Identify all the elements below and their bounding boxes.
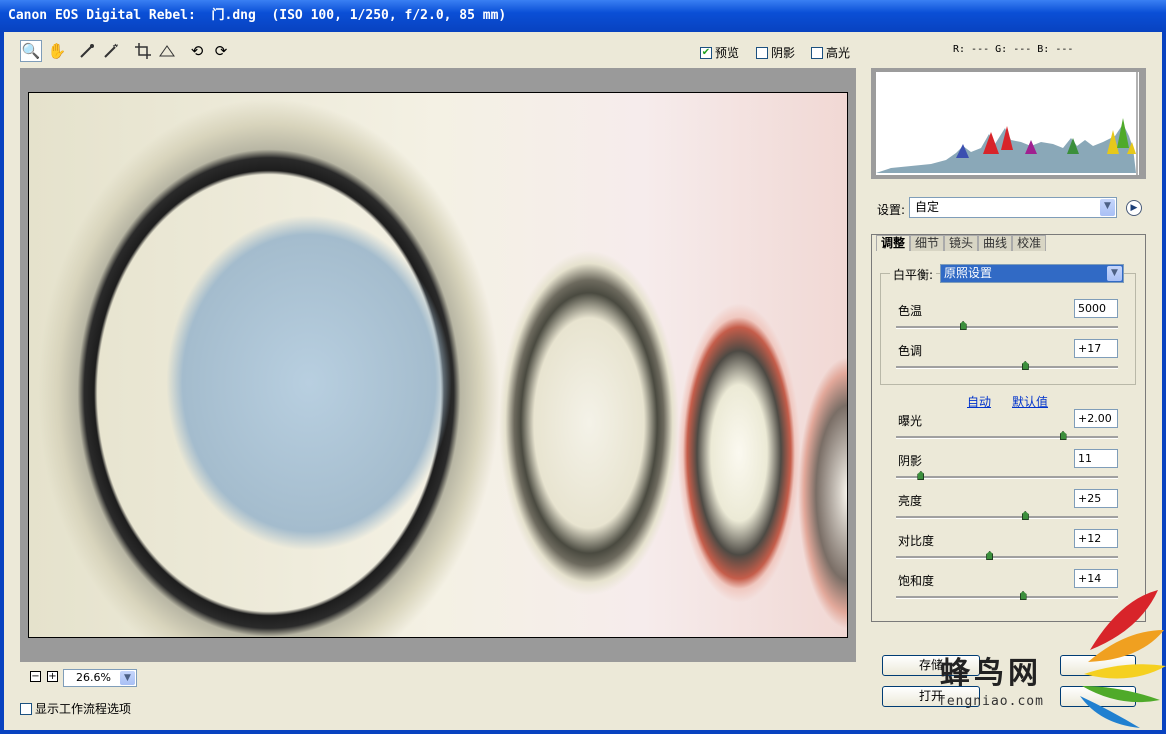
saturation-field[interactable]: +14 (1074, 569, 1118, 588)
preview-checkbox[interactable]: ✔ 预览 (700, 44, 739, 61)
histogram (871, 68, 1146, 179)
temperature-slider[interactable] (896, 326, 1118, 329)
exposure-field[interactable]: +2.00 (1074, 409, 1118, 428)
zoom-icon[interactable]: 🔍 (20, 40, 42, 62)
contrast-label: 对比度 (898, 534, 935, 548)
shadows-field[interactable]: 11 (1074, 449, 1118, 468)
brightness-slider[interactable] (896, 516, 1118, 519)
white-balance-select[interactable]: 原照设置 ▼ (940, 264, 1124, 283)
highlights-checkbox[interactable]: 高光 (811, 44, 850, 61)
chevron-down-icon: ▼ (1107, 266, 1122, 281)
white-balance-icon[interactable] (76, 40, 98, 62)
tab-adjust[interactable]: 调整 (876, 235, 911, 251)
auto-link[interactable]: 自动 (967, 393, 991, 410)
tint-label: 色调 (898, 344, 923, 358)
temperature-field[interactable]: 5000 (1074, 299, 1118, 318)
tint-field[interactable]: +17 (1074, 339, 1118, 358)
shadows-label: 阴影 (898, 454, 923, 468)
color-sampler-icon[interactable] (100, 40, 122, 62)
white-balance-label: 白平衡: (890, 266, 937, 283)
settings-menu-icon[interactable]: ▶ (1126, 200, 1142, 216)
shadows-slider[interactable] (896, 476, 1118, 479)
shadows-checkbox[interactable]: 阴影 (756, 44, 795, 61)
temperature-label: 色温 (898, 304, 923, 318)
tab-lens[interactable]: 镜头 (944, 235, 979, 251)
exposure-slider[interactable] (896, 436, 1118, 439)
exposure-label: 曝光 (898, 414, 923, 428)
fengniao-logo (1080, 590, 1166, 728)
straighten-icon[interactable] (156, 40, 178, 62)
tab-detail[interactable]: 细节 (910, 235, 945, 251)
preview-image[interactable] (28, 92, 848, 638)
watermark-text: 蜂鸟网 (940, 656, 1042, 691)
tab-calibrate[interactable]: 校准 (1012, 235, 1047, 251)
crop-icon[interactable] (132, 40, 154, 62)
default-link[interactable]: 默认值 (1012, 393, 1048, 410)
saturation-label: 饱和度 (898, 574, 935, 588)
check-icon: ✔ (700, 46, 712, 59)
brightness-field[interactable]: +25 (1074, 489, 1118, 508)
window-title: Canon EOS Digital Rebel: 门.dng (ISO 100,… (0, 0, 1166, 32)
contrast-field[interactable]: +12 (1074, 529, 1118, 548)
tab-curve[interactable]: 曲线 (978, 235, 1013, 251)
hand-icon[interactable]: ✋ (46, 40, 68, 62)
zoom-out-button[interactable]: − (30, 671, 41, 682)
rgb-readout: R: --- G: --- B: --- (953, 44, 1074, 55)
panel-tabs: 调整 细节 镜头 曲线 校准 (876, 235, 1047, 251)
zoom-in-button[interactable]: + (47, 671, 58, 682)
contrast-slider[interactable] (896, 556, 1118, 559)
watermark-url: fengniao.com (938, 694, 1044, 709)
chevron-down-icon: ▼ (120, 671, 135, 685)
chevron-down-icon: ▼ (1100, 199, 1115, 216)
rotate-right-icon[interactable]: ⟳ (210, 40, 232, 62)
rotate-left-icon[interactable]: ⟲ (186, 40, 208, 62)
brightness-label: 亮度 (898, 494, 923, 508)
tint-slider[interactable] (896, 366, 1118, 369)
settings-select[interactable]: 自定 ▼ (909, 197, 1117, 218)
zoom-select[interactable]: 26.6% ▼ (63, 669, 137, 687)
settings-label: 设置: (877, 203, 906, 217)
workflow-options-checkbox[interactable]: 显示工作流程选项 (20, 700, 131, 717)
